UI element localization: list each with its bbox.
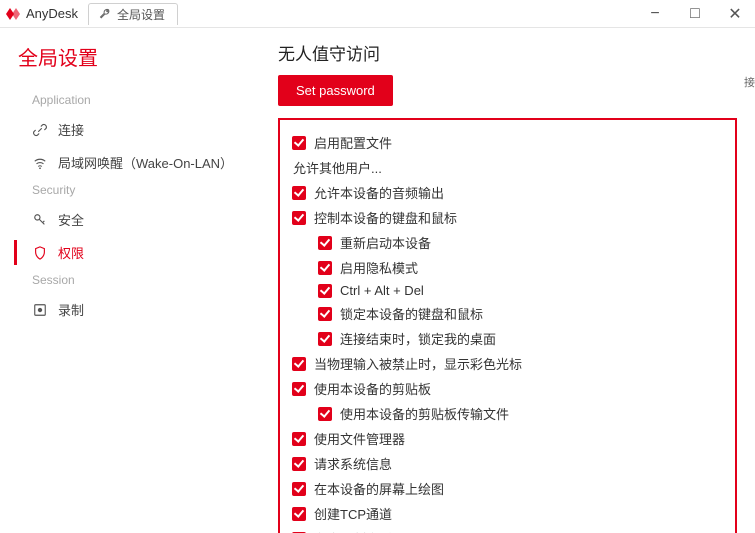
sidebar-item-label: 录制 [58,300,84,319]
permission-label: 当物理输入被禁止时，显示彩色光标 [314,354,522,373]
checkbox-on-icon [292,211,306,225]
app-logo-block: AnyDesk [0,6,84,22]
permission-label: 请求系统信息 [314,454,392,473]
permission-checkbox[interactable]: Ctrl + Alt + Del [292,280,729,301]
permission-checkbox[interactable]: 请求系统信息 [292,451,729,476]
permission-checkbox[interactable]: 锁定本设备的键盘和鼠标 [292,301,729,326]
wrench-icon [97,6,113,22]
permission-checkbox[interactable]: 启用隐私模式 [292,255,729,280]
permission-checkbox[interactable]: 使用文件管理器 [292,426,729,451]
permissions-frame: 启用配置文件 允许其他用户... 允许本设备的音频输出控制本设备的键盘和鼠标重新… [278,118,737,533]
permission-label: 在本设备的屏幕上绘图 [314,479,444,498]
checkbox-on-icon [318,307,332,321]
checkbox-on-icon [292,136,306,150]
titlebar: AnyDesk 全局设置 − □ ✕ [0,0,755,28]
permission-label: 使用本设备的剪贴板 [314,379,431,398]
record-icon [32,302,48,318]
permission-label: 创建TCP通道 [314,504,392,523]
enable-profile-checkbox[interactable]: 启用配置文件 [292,130,729,155]
checkbox-on-icon [292,482,306,496]
link-icon [32,122,48,138]
tab-settings[interactable]: 全局设置 [88,3,178,25]
permission-label: 连接结束时，锁定我的桌面 [340,329,496,348]
sidebar-item-label: 连接 [58,120,84,139]
checkbox-on-icon [318,407,332,421]
set-password-button[interactable]: Set password [278,75,393,106]
window-controls: − □ ✕ [635,0,755,28]
wifi-icon [32,155,48,171]
permission-label: 启用隐私模式 [340,258,418,277]
checkbox-on-icon [318,284,332,298]
permission-label: 允许本设备的音频输出 [314,183,444,202]
shield-icon [32,245,48,261]
permission-label: 使用本设备的剪贴板传输文件 [340,404,509,423]
permission-label: 控制本设备的键盘和鼠标 [314,208,457,227]
checkbox-on-icon [318,332,332,346]
sidebar-item-label: 局域网唤醒（Wake-On-LAN） [58,153,233,172]
sidebar-title: 全局设置 [0,42,256,89]
app-name: AnyDesk [26,6,78,21]
checkbox-on-icon [318,236,332,250]
permission-checkbox[interactable]: 在本设备的屏幕上绘图 [292,476,729,501]
sidebar-item-connect[interactable]: 连接 [0,113,256,146]
checkbox-on-icon [292,507,306,521]
permission-checkbox[interactable]: 创建TCP通道 [292,501,729,526]
main-panel: 接 无人值守访问 Set password 启用配置文件 允许其他用户... 允… [256,28,755,533]
checkbox-on-icon [292,186,306,200]
permission-checkbox[interactable]: 当物理输入被禁止时，显示彩色光标 [292,351,729,376]
maximize-button[interactable]: □ [675,0,715,28]
permission-label: 锁定本设备的键盘和鼠标 [340,304,483,323]
permission-checkbox[interactable]: 允许本设备的音频输出 [292,180,729,205]
checkbox-on-icon [318,261,332,275]
permission-label: 允许录制会话 [314,529,392,533]
permission-checkbox[interactable]: 允许录制会话 [292,526,729,533]
sidebar-item-security[interactable]: 安全 [0,203,256,236]
permission-checkbox[interactable]: 重新启动本设备 [292,230,729,255]
sidebar: 全局设置 Application 连接局域网唤醒（Wake-On-LAN） Secu… [0,28,256,533]
sidebar-item-recording[interactable]: 录制 [0,293,256,326]
permission-label: Ctrl + Alt + Del [340,283,424,298]
permission-checkbox[interactable]: 连接结束时，锁定我的桌面 [292,326,729,351]
permission-label: 使用文件管理器 [314,429,405,448]
sidebar-item-permissions[interactable]: 权限 [0,236,256,269]
checkbox-on-icon [292,432,306,446]
section-title: 无人值守访问 [278,40,737,65]
close-button[interactable]: ✕ [715,0,755,28]
permission-checkbox[interactable]: 使用本设备的剪贴板 [292,376,729,401]
overflow-char: 接 [744,74,755,90]
permission-label: 重新启动本设备 [340,233,431,252]
key-icon [32,212,48,228]
sidebar-group-label: Session [0,269,256,293]
anydesk-logo-icon [6,6,22,22]
sidebar-item-wol[interactable]: 局域网唤醒（Wake-On-LAN） [0,146,256,179]
sidebar-item-label: 权限 [58,243,84,262]
sidebar-group-label: Security [0,179,256,203]
permission-checkbox[interactable]: 控制本设备的键盘和鼠标 [292,205,729,230]
allow-others-label: 允许其他用户... [292,155,729,180]
minimize-button[interactable]: − [635,0,675,28]
permission-checkbox[interactable]: 使用本设备的剪贴板传输文件 [292,401,729,426]
sidebar-group-label: Application [0,89,256,113]
sidebar-item-label: 安全 [58,210,84,229]
checkbox-on-icon [292,357,306,371]
tab-label: 全局设置 [117,6,165,23]
checkbox-on-icon [292,382,306,396]
enable-profile-label: 启用配置文件 [314,133,392,152]
checkbox-on-icon [292,457,306,471]
